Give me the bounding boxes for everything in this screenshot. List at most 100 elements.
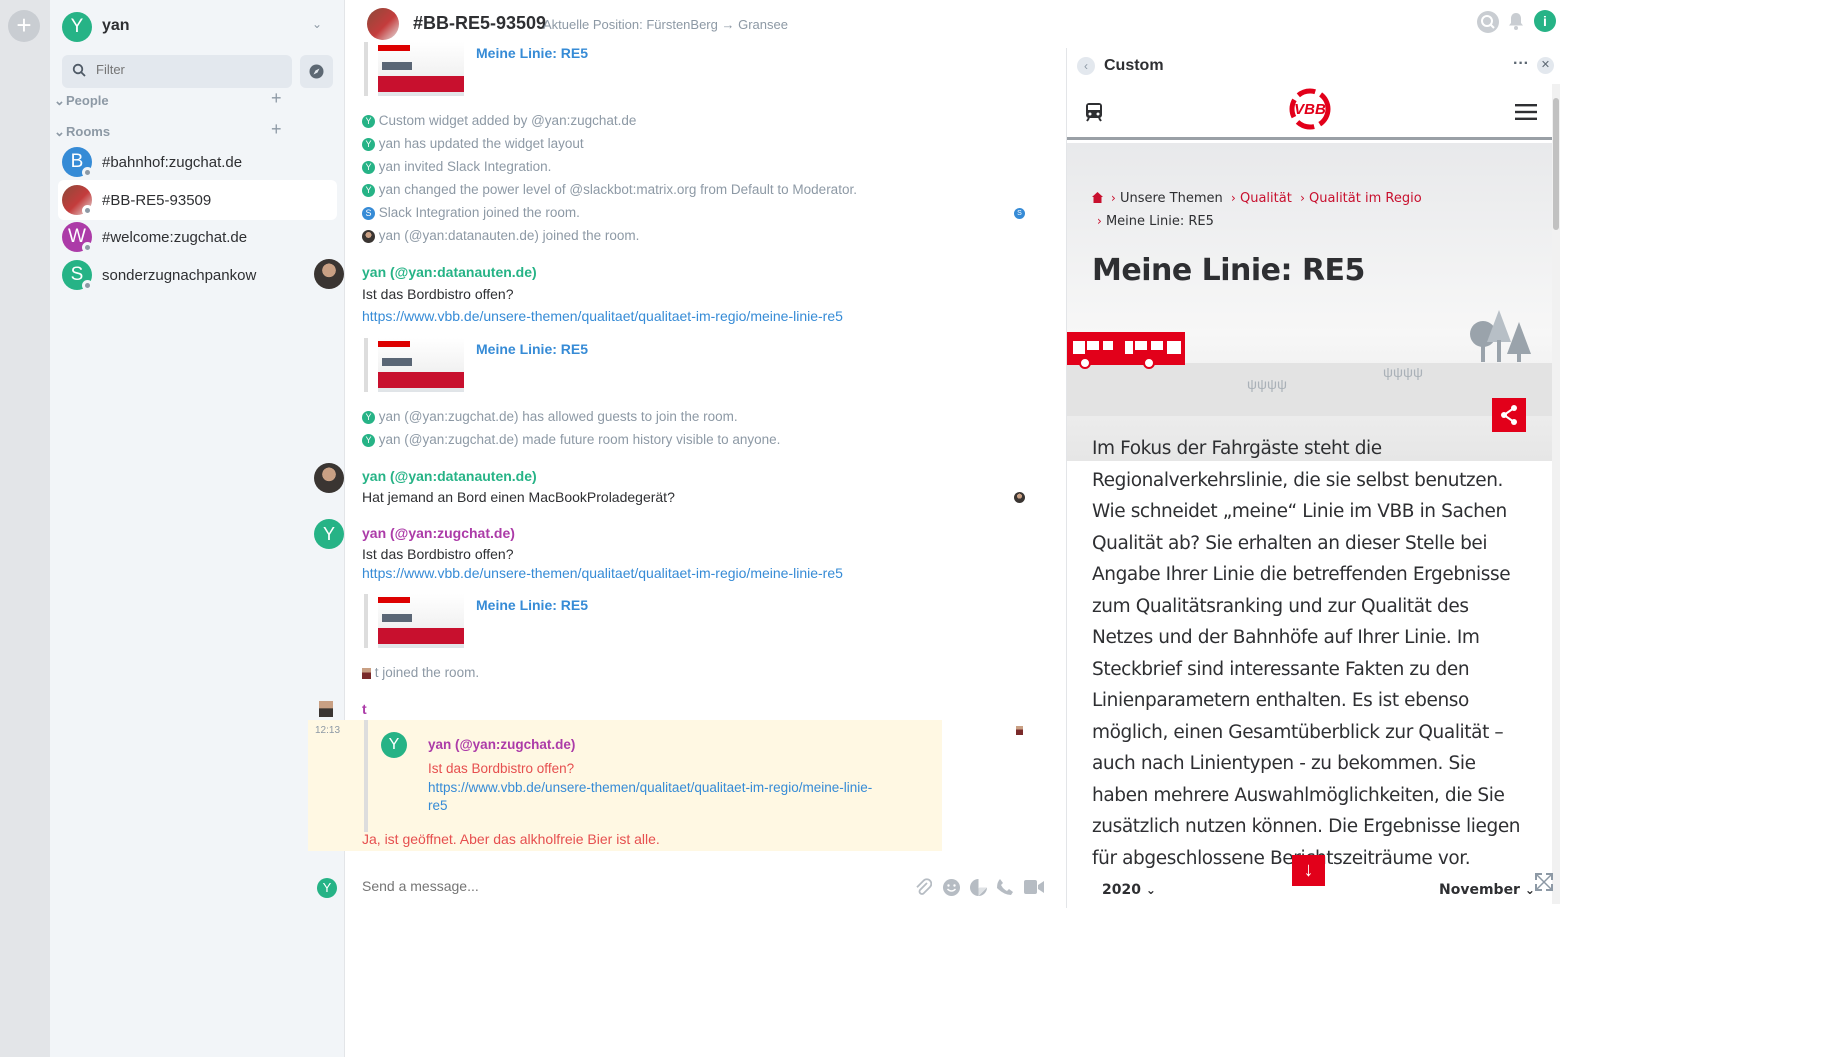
people-section-chevron-icon[interactable]: ⌄ bbox=[54, 93, 65, 109]
year-select[interactable]: 2020 ⌄ bbox=[1102, 882, 1156, 898]
sender-avatar[interactable]: Y bbox=[314, 519, 344, 549]
search-icon[interactable] bbox=[1477, 11, 1499, 33]
room-header: #BB-RE5-93509 Aktuelle Position: Fürsten… bbox=[345, 0, 1842, 48]
widget-header: ‹ Custom ··· ✕ bbox=[1067, 48, 1557, 82]
hamburger-menu-icon[interactable] bbox=[1515, 104, 1537, 125]
filter-box[interactable] bbox=[62, 55, 292, 88]
preview-thumbnail[interactable] bbox=[378, 42, 464, 96]
filter-input[interactable] bbox=[96, 62, 276, 77]
quote-sender[interactable]: yan (@yan:zugchat.de) bbox=[428, 737, 575, 752]
emoji-icon[interactable] bbox=[942, 878, 961, 902]
room-item[interactable]: W #welcome:zugchat.de bbox=[58, 217, 337, 257]
sticker-icon[interactable] bbox=[969, 878, 988, 902]
room-info-icon[interactable]: i bbox=[1534, 10, 1556, 32]
preview-title[interactable]: Meine Linie: RE5 bbox=[476, 341, 588, 357]
explore-rooms-button[interactable] bbox=[300, 55, 333, 88]
scroll-down-arrow-icon[interactable]: ↓ bbox=[1292, 855, 1325, 886]
room-item[interactable]: S sonderzugnachpankow bbox=[58, 255, 337, 295]
quote-link-wrap[interactable]: re5 bbox=[428, 798, 448, 813]
room-name: #BB-RE5-93509 bbox=[102, 192, 212, 209]
breadcrumb-item[interactable]: Unsere Themen bbox=[1120, 191, 1223, 206]
more-options-icon[interactable]: ··· bbox=[1513, 55, 1529, 73]
breadcrumb: › Unsere Themen › Qualität › Qualität im… bbox=[1111, 191, 1422, 206]
left-rail: + bbox=[0, 0, 50, 1057]
widget-title: Custom bbox=[1104, 57, 1164, 74]
message-link[interactable]: https://www.vbb.de/unsere-themen/qualita… bbox=[362, 308, 843, 324]
room-list-panel: Y yan ⌄ ⌄ People + ⌄ Rooms + B #bahnhof:… bbox=[50, 0, 345, 1057]
vbb-logo[interactable]: VBB bbox=[1287, 86, 1333, 132]
train-illustration bbox=[1067, 332, 1187, 375]
user-name[interactable]: yan bbox=[102, 17, 130, 35]
state-event: S Slack Integration joined the room. bbox=[362, 205, 580, 220]
sender-name[interactable]: yan (@yan:datanauten.de) bbox=[362, 468, 537, 484]
quote-link[interactable]: https://www.vbb.de/unsere-themen/qualita… bbox=[428, 780, 872, 795]
rooms-section-chevron-icon[interactable]: ⌄ bbox=[54, 124, 65, 140]
train-icon[interactable] bbox=[1085, 102, 1103, 127]
room-title[interactable]: #BB-RE5-93509 bbox=[413, 13, 546, 34]
message-body: Ist das Bordbistro offen? bbox=[362, 286, 514, 302]
event-avatar: Y bbox=[362, 114, 375, 128]
preview-thumbnail[interactable] bbox=[378, 338, 464, 392]
resize-handle-icon[interactable] bbox=[1534, 872, 1554, 897]
preview-thumbnail[interactable] bbox=[378, 594, 464, 648]
sender-avatar[interactable] bbox=[314, 463, 344, 493]
message-timestamp: 12:13 bbox=[315, 725, 341, 736]
composer-avatar[interactable]: Y bbox=[317, 878, 337, 898]
event-avatar: Y bbox=[362, 183, 375, 197]
home-icon[interactable] bbox=[1091, 191, 1104, 209]
preview-title[interactable]: Meine Linie: RE5 bbox=[476, 45, 588, 61]
room-item-active[interactable]: #BB-RE5-93509 bbox=[58, 180, 337, 220]
voice-call-icon[interactable] bbox=[996, 878, 1014, 901]
presence-dot-icon bbox=[82, 280, 93, 291]
bell-icon[interactable] bbox=[1505, 10, 1527, 32]
room-topic[interactable]: Aktuelle Position: FürstenBerg → Gransee bbox=[543, 17, 788, 32]
add-people-icon[interactable]: + bbox=[271, 88, 282, 109]
sender-name[interactable]: yan (@yan:datanauten.de) bbox=[362, 264, 537, 280]
widget-panel: ‹ Custom ··· ✕ VBB › Unsere Themen › Qua… bbox=[1066, 48, 1556, 908]
quote-bar bbox=[364, 720, 368, 832]
people-section-header[interactable]: People bbox=[66, 93, 109, 108]
add-community-button[interactable]: + bbox=[8, 10, 40, 42]
room-avatar[interactable] bbox=[367, 8, 399, 40]
read-receipt-avatar[interactable] bbox=[1014, 492, 1025, 503]
state-event: t joined the room. bbox=[362, 665, 479, 680]
sender-name[interactable]: t bbox=[362, 701, 367, 717]
back-icon[interactable]: ‹ bbox=[1077, 57, 1095, 75]
page-heading: Meine Linie: RE5 bbox=[1092, 253, 1365, 288]
state-event: Y yan has updated the widget layout bbox=[362, 136, 584, 151]
state-event: Y yan (@yan:zugchat.de) made future room… bbox=[362, 432, 780, 447]
breadcrumb-item[interactable]: Qualität im Regio bbox=[1309, 191, 1422, 206]
user-avatar[interactable]: Y bbox=[62, 12, 92, 42]
message-body: Hat jemand an Bord einen MacBookProladeg… bbox=[362, 489, 675, 505]
attachment-icon[interactable] bbox=[914, 877, 933, 902]
breadcrumb-current: › Meine Linie: RE5 bbox=[1097, 214, 1214, 229]
message-link[interactable]: https://www.vbb.de/unsere-themen/qualita… bbox=[362, 565, 843, 581]
close-icon[interactable]: ✕ bbox=[1537, 57, 1554, 74]
widget-scrollbar-thumb[interactable] bbox=[1553, 98, 1559, 230]
sender-avatar[interactable] bbox=[319, 701, 333, 717]
month-select[interactable]: November ⌄ bbox=[1439, 882, 1535, 898]
year-select-value: 2020 bbox=[1102, 882, 1141, 898]
presence-dot-icon bbox=[82, 242, 93, 253]
share-button[interactable] bbox=[1492, 398, 1526, 432]
event-text: yan (@yan:zugchat.de) has allowed guests… bbox=[378, 409, 738, 424]
room-item[interactable]: B #bahnhof:zugchat.de bbox=[58, 142, 337, 182]
room-name: #bahnhof:zugchat.de bbox=[102, 154, 243, 171]
rooms-section-header[interactable]: Rooms bbox=[66, 124, 110, 139]
quote-avatar[interactable]: Y bbox=[381, 732, 407, 758]
message-input[interactable] bbox=[362, 878, 882, 894]
read-receipt-avatar[interactable]: S bbox=[1014, 208, 1025, 219]
vbb-logo-text: VBB bbox=[1294, 101, 1326, 118]
read-receipt-avatar[interactable] bbox=[1016, 726, 1023, 735]
sender-avatar[interactable] bbox=[314, 259, 344, 289]
event-text: Custom widget added by @yan:zugchat.de bbox=[378, 113, 637, 128]
breadcrumb-item[interactable]: Qualität bbox=[1240, 191, 1292, 206]
preview-title[interactable]: Meine Linie: RE5 bbox=[476, 597, 588, 613]
event-text: yan (@yan:datanauten.de) joined the room… bbox=[378, 228, 640, 243]
room-name: sonderzugnachpankow bbox=[102, 267, 257, 284]
video-call-icon[interactable] bbox=[1024, 880, 1044, 899]
add-room-icon[interactable]: + bbox=[271, 119, 282, 140]
chevron-down-icon[interactable]: ⌄ bbox=[312, 17, 322, 31]
sender-name[interactable]: yan (@yan:zugchat.de) bbox=[362, 525, 515, 541]
event-avatar: Y bbox=[362, 160, 375, 174]
